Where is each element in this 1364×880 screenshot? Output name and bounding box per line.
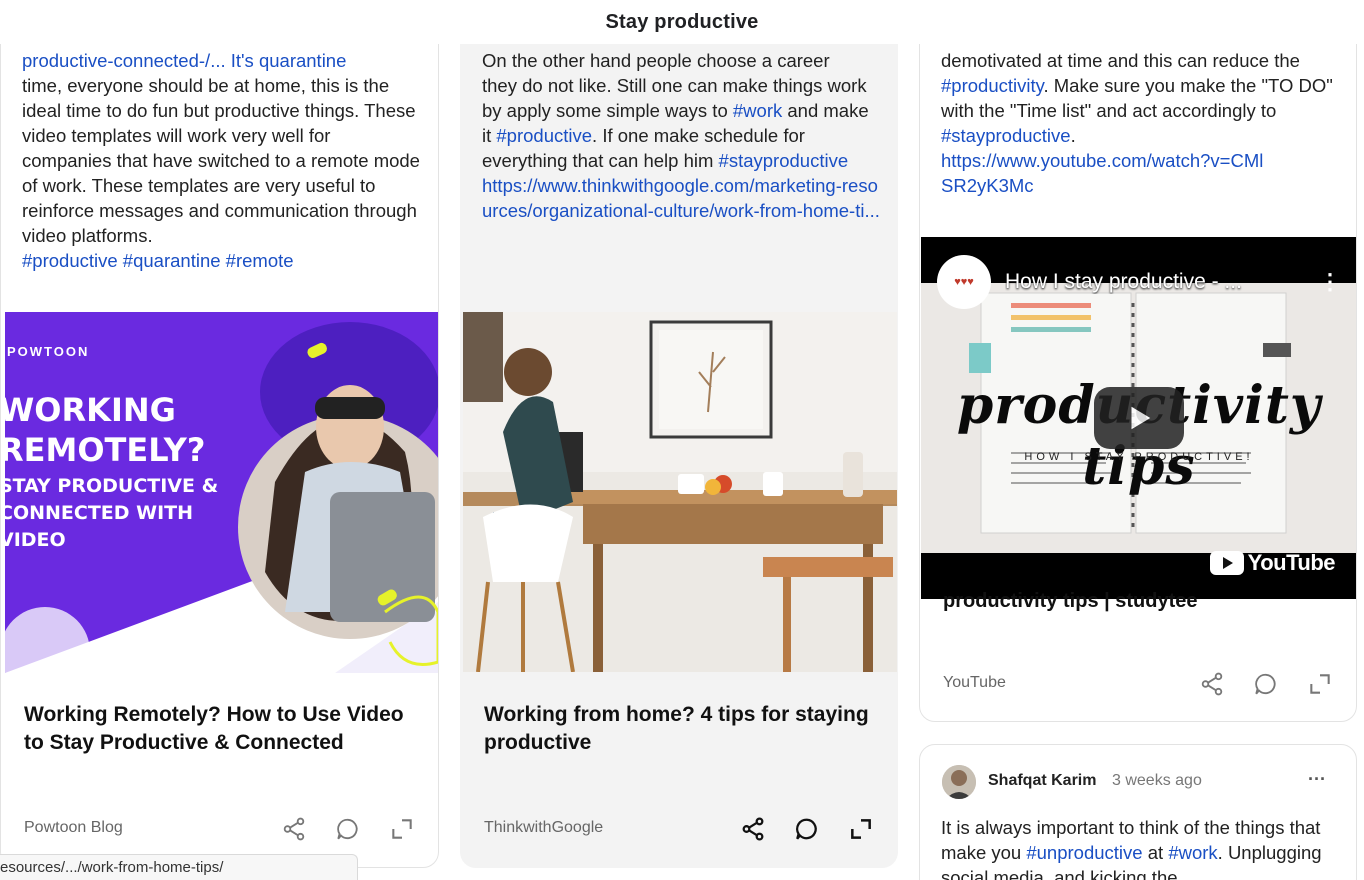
avatar[interactable] [942,765,976,799]
video-title[interactable]: How I stay productive - ... [1005,270,1305,294]
card-powtoon[interactable]: productive-connected-/... It's quarantin… [0,20,439,868]
comment-icon [337,818,358,840]
hashtag[interactable]: #quarantine [123,250,221,271]
url-link[interactable]: https://www.youtube.com/watch?v=CMlSR2yK… [941,148,1271,198]
cut-line: On the other hand people choose a career [482,50,830,71]
card-post[interactable]: Shafqat Karim 3 weeks ago ··· It is alwa… [919,744,1357,880]
video-header: ♥♥♥ How I stay productive - ... ⋮ [937,255,1341,309]
share-button[interactable] [278,813,310,845]
share-icon [742,817,764,841]
card-actions [737,813,877,845]
post-time: 3 weeks ago [1112,772,1202,789]
card-text: On the other hand people choose a career… [482,48,883,223]
top-bar: Stay productive [0,0,1364,44]
cut-line: demotivated at time and this can reduce … [941,50,1300,71]
card-thinkwithgoogle[interactable]: On the other hand people choose a career… [460,20,898,868]
card-actions [1196,668,1336,700]
card-text: demotivated at time and this can reduce … [941,48,1342,198]
preview-image[interactable]: POWTOON WORKING REMOTELY? STAY PRODUCTIV… [5,312,438,673]
youtube-logo[interactable]: YouTube [1209,550,1336,576]
expand-icon [851,819,871,839]
expand-icon [392,819,412,839]
hashtag[interactable]: #productivity [941,75,1043,96]
share-button[interactable] [1196,668,1228,700]
post-author[interactable]: Shafqat Karim [988,772,1096,790]
play-button[interactable] [1094,387,1184,449]
more-icon[interactable]: ··· [1308,769,1326,790]
link-source: Powtoon Blog [24,819,123,836]
hashtag[interactable]: #unproductive [1026,842,1142,863]
hashtag[interactable]: #work [1168,842,1217,863]
page-title: Stay productive [605,10,759,33]
play-icon [1131,406,1151,430]
video-overlay-sub: HOW I STAY PRODUCTIVE! [1024,451,1254,463]
cut-line: productive-connected-/... It's quarantin… [22,50,347,71]
link-title[interactable]: productivity tips | studytee [943,587,1336,615]
channel-avatar[interactable]: ♥♥♥ [937,255,991,309]
expand-icon [1310,674,1330,694]
link-title[interactable]: Working Remotely? How to Use Video to St… [24,701,418,757]
more-icon[interactable]: ⋮ [1319,269,1341,295]
comment-icon [796,818,817,840]
powtoon-brand: POWTOON [7,344,90,359]
link-title[interactable]: Working from home? 4 tips for staying pr… [484,701,877,757]
comment-icon [1255,673,1276,695]
share-icon [283,817,305,841]
share-icon [1201,672,1223,696]
share-button[interactable] [737,813,769,845]
status-url: esources/.../work-from-home-tips/ [0,854,358,880]
post-body: It is always important to think of the t… [941,817,1322,880]
hashtag[interactable]: #remote [226,250,294,271]
avatar-image [942,765,976,799]
hashtag[interactable]: #stayproductive [941,125,1071,146]
post-body: time, everyone should be at home, this i… [22,75,420,246]
preview-image[interactable] [463,312,897,672]
comment-button[interactable] [791,813,823,845]
hashtag[interactable]: #work [733,100,782,121]
comment-button[interactable] [1250,668,1282,700]
youtube-icon [1209,551,1244,575]
office-photo [463,312,897,672]
card-actions [278,813,418,845]
expand-button[interactable] [386,813,418,845]
hashtag[interactable]: #productive [496,125,592,146]
link-source: ThinkwithGoogle [484,819,604,836]
image-headline: WORKING REMOTELY? STAY PRODUCTIVE & CONN… [5,391,219,551]
card-text: productive-connected-/... It's quarantin… [22,48,424,273]
comment-button[interactable] [332,813,364,845]
card-youtube[interactable]: demotivated at time and this can reduce … [919,20,1357,722]
hashtag[interactable]: #productive [22,250,118,271]
hashtag[interactable]: #stayproductive [719,150,849,171]
link-source: YouTube [943,674,1006,691]
expand-button[interactable] [845,813,877,845]
url-link[interactable]: https://www.thinkwithgoogle.com/marketin… [482,175,880,221]
expand-button[interactable] [1304,668,1336,700]
video-embed[interactable]: productivity tips HOW I STAY PRODUCTIVE!… [921,237,1356,599]
